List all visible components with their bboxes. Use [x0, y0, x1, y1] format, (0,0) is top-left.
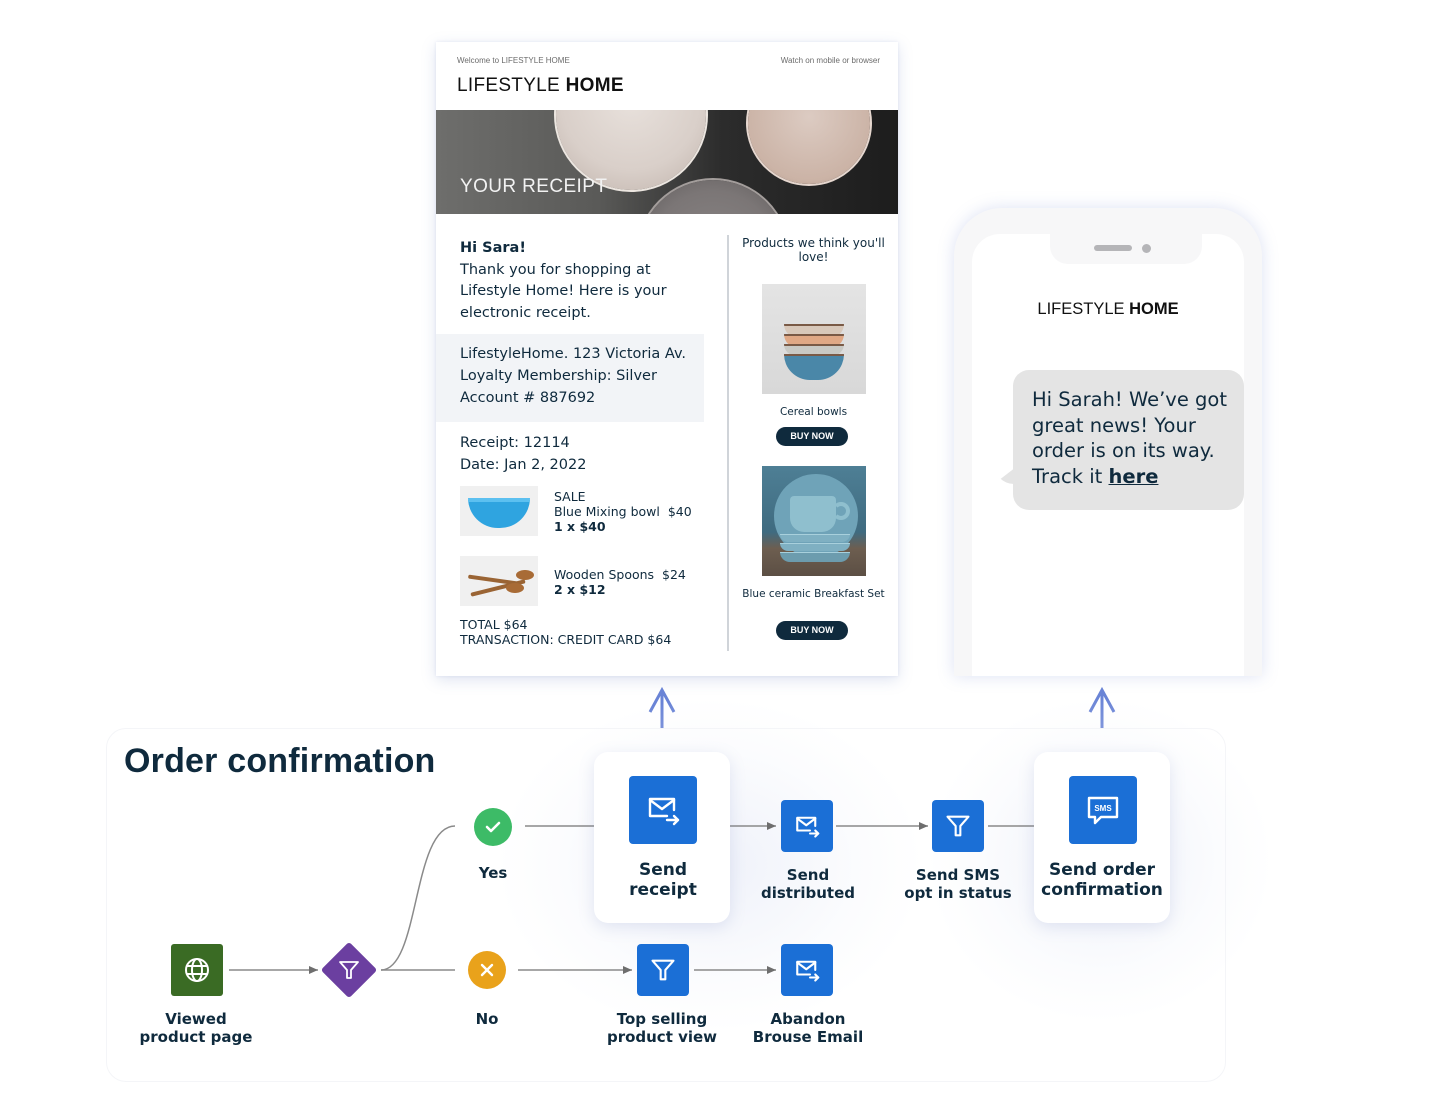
breakfast-set-image[interactable]: [762, 466, 866, 576]
item-name-price: Wooden Spoons $24: [554, 567, 686, 582]
account-number: Account # 887692: [460, 390, 596, 406]
phone-mockup: LIFESTYLE HOME Hi Sarah! We’ve got great…: [954, 208, 1262, 676]
product-name: Blue ceramic Breakfast Set: [742, 588, 885, 600]
abandon-browse-email-node[interactable]: [781, 944, 833, 996]
close-icon: [480, 963, 494, 977]
line-item: Wooden Spoons $24 2 x $12: [460, 556, 700, 606]
line-item: SALE Blue Mixing bowl $40 1 x $40: [460, 486, 700, 536]
store-address: LifestyleHome. 123 Victoria Av.: [460, 346, 687, 362]
product-name: Cereal bowls: [779, 406, 848, 418]
cereal-bowls-image[interactable]: [762, 284, 866, 394]
receipt-number: Receipt: 12114: [460, 435, 570, 451]
node-label: Send receipt: [629, 860, 697, 900]
journey-title: Order confirmation: [124, 742, 436, 780]
check-icon: [485, 821, 501, 833]
top-selling-product-view-node[interactable]: [637, 944, 689, 996]
hero-banner-image: YOUR RECEIPT: [436, 110, 898, 214]
send-distributed-node[interactable]: [781, 800, 833, 852]
sale-tag: SALE: [554, 489, 586, 504]
greeting-block: Hi Sara! Thank you for shopping at Lifes…: [460, 238, 700, 324]
view-in-browser-link[interactable]: Watch on mobile or browser: [781, 56, 880, 65]
receipt-meta: Receipt: 12114 Date: Jan 2, 2022: [460, 433, 586, 476]
filter-icon: [339, 961, 359, 979]
buy-now-button[interactable]: BUY NOW: [776, 427, 848, 446]
node-label: Top selling product view: [606, 1010, 718, 1046]
camera-icon: [1142, 244, 1151, 253]
recommendations-title: Products we think you'll love!: [742, 236, 885, 264]
track-order-link[interactable]: here: [1109, 465, 1159, 488]
wooden-spoons-image: [460, 556, 538, 606]
filter-icon: [651, 959, 675, 981]
globe-icon: [185, 958, 209, 982]
receipt-date: Date: Jan 2, 2022: [460, 456, 587, 473]
sms-icon: SMS: [1087, 796, 1119, 825]
node-label: No: [475, 1010, 499, 1028]
total-amount: TOTAL $64: [460, 617, 528, 632]
node-label: Send SMS opt in status: [904, 866, 1012, 902]
node-label: Abandon Brouse Email: [752, 1010, 864, 1046]
email-send-icon: [796, 960, 820, 982]
sms-opt-in-node[interactable]: [932, 800, 984, 852]
phone-notch: [1050, 234, 1202, 264]
item-name-price: Blue Mixing bowl $40: [554, 504, 692, 519]
yes-branch-node[interactable]: [474, 808, 512, 846]
account-info: LifestyleHome. 123 Victoria Av. Loyalty …: [436, 334, 704, 422]
email-preheader: Welcome to LIFESTYLE HOME: [457, 56, 570, 65]
sms-badge: SMS: [1094, 804, 1112, 813]
node-label: Viewed product page: [139, 1010, 253, 1046]
blue-bowl-image: [460, 486, 538, 536]
node-label: Send order confirmation: [1041, 860, 1163, 900]
greeting: Hi Sara!: [460, 240, 526, 256]
filter-icon: [946, 815, 970, 837]
totals: TOTAL $64 TRANSACTION: CREDIT CARD $64: [460, 617, 671, 647]
sms-message-bubble: Hi Sarah! We’ve got great news! Your ord…: [1013, 370, 1244, 510]
speaker-icon: [1094, 245, 1132, 251]
buy-now-button[interactable]: BUY NOW: [776, 621, 848, 640]
intro-text: Thank you for shopping at Lifestyle Home…: [460, 261, 667, 321]
email-send-icon: [648, 797, 680, 826]
phone-screen: LIFESTYLE HOME Hi Sarah! We’ve got great…: [972, 234, 1244, 676]
send-order-confirmation-node[interactable]: SMS: [1069, 776, 1137, 844]
transaction-line: TRANSACTION: CREDIT CARD $64: [460, 632, 672, 647]
node-label: Send distributed: [760, 866, 856, 902]
loyalty-membership: Loyalty Membership: Silver: [460, 368, 657, 384]
item-quantity: 2 x $12: [554, 582, 606, 597]
viewed-product-page-node[interactable]: [171, 944, 223, 996]
send-receipt-node[interactable]: [629, 776, 697, 844]
email-send-icon: [796, 816, 820, 838]
sms-brand-logo: LIFESTYLE HOME: [1037, 300, 1179, 318]
email-receipt-preview: Welcome to LIFESTYLE HOME Watch on mobil…: [436, 42, 898, 676]
item-quantity: 1 x $40: [554, 519, 606, 534]
hero-title: YOUR RECEIPT: [460, 176, 608, 197]
no-branch-node[interactable]: [468, 951, 506, 989]
node-label: Yes: [478, 864, 508, 882]
email-brand-logo: LIFESTYLE HOME: [457, 75, 624, 96]
